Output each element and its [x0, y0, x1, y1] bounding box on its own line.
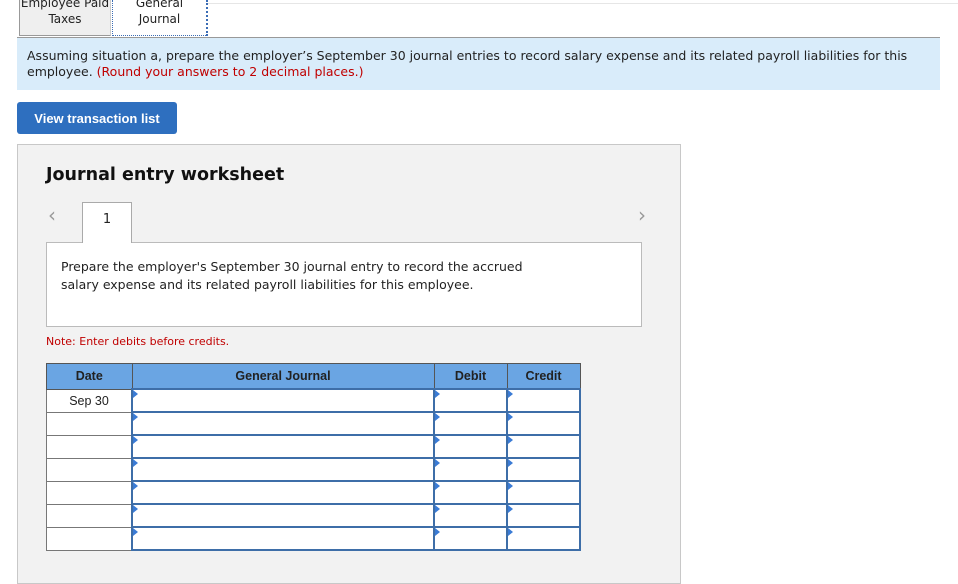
tab-label-line1: General	[135, 0, 184, 10]
chevron-right-icon[interactable]: ›	[638, 203, 646, 227]
dropdown-flag-icon	[435, 413, 440, 421]
tab-strip-line	[185, 3, 958, 4]
dropdown-flag-icon	[435, 528, 440, 536]
dropdown-flag-icon	[508, 482, 513, 490]
page-tab-1[interactable]: 1	[82, 202, 132, 243]
debit-input[interactable]	[433, 480, 508, 505]
tab-label-line2: Taxes	[48, 12, 82, 26]
account-select[interactable]	[131, 411, 435, 436]
account-select[interactable]	[131, 434, 435, 459]
credit-input[interactable]	[506, 434, 581, 459]
account-select[interactable]	[131, 480, 435, 505]
header-date: Date	[46, 363, 133, 390]
tab-strip: Employee Paid Taxes General Journal	[0, 0, 958, 37]
dropdown-flag-icon	[508, 436, 513, 444]
table-header-row: Date General Journal Debit Credit	[46, 363, 581, 390]
date-cell: Sep 30	[46, 388, 133, 413]
question-box: Prepare the employer's September 30 jour…	[46, 242, 642, 327]
dropdown-flag-icon	[133, 459, 138, 467]
table-row	[46, 434, 581, 459]
dropdown-flag-icon	[435, 390, 440, 398]
date-cell	[46, 434, 133, 459]
dropdown-flag-icon	[508, 413, 513, 421]
header-general-journal: General Journal	[131, 363, 435, 390]
account-select[interactable]	[131, 503, 435, 528]
instructions-box: Assuming situation a, prepare the employ…	[17, 37, 940, 90]
dropdown-flag-icon	[133, 505, 138, 513]
credit-input[interactable]	[506, 480, 581, 505]
dropdown-flag-icon	[508, 390, 513, 398]
dropdown-flag-icon	[508, 459, 513, 467]
credit-input[interactable]	[506, 503, 581, 528]
dropdown-flag-icon	[508, 528, 513, 536]
dropdown-flag-icon	[508, 505, 513, 513]
date-cell	[46, 411, 133, 436]
debit-input[interactable]	[433, 411, 508, 436]
date-cell	[46, 503, 133, 528]
table-row	[46, 457, 581, 482]
dropdown-flag-icon	[435, 482, 440, 490]
rounding-note: (Round your answers to 2 decimal places.…	[96, 64, 364, 79]
dropdown-flag-icon	[133, 436, 138, 444]
date-cell	[46, 480, 133, 505]
table-row	[46, 411, 581, 436]
journal-entry-worksheet: Journal entry worksheet ‹ 1 › Prepare th…	[17, 144, 681, 584]
dropdown-flag-icon	[435, 436, 440, 444]
dropdown-flag-icon	[133, 528, 138, 536]
header-credit: Credit	[506, 363, 581, 390]
dropdown-flag-icon	[133, 390, 138, 398]
table-row	[46, 503, 581, 528]
debits-note: Note: Enter debits before credits.	[46, 335, 230, 348]
table-row: Sep 30	[46, 388, 581, 413]
tab-label-line1: Employee Paid	[20, 0, 110, 10]
question-text: Prepare the employer's September 30 jour…	[61, 259, 523, 292]
tab-employee-paid-taxes[interactable]: Employee Paid Taxes	[19, 0, 111, 36]
debit-input[interactable]	[433, 388, 508, 413]
date-cell	[46, 526, 133, 551]
debit-input[interactable]	[433, 457, 508, 482]
journal-table: Date General Journal Debit Credit Sep 30	[46, 363, 581, 551]
dropdown-flag-icon	[435, 459, 440, 467]
header-debit: Debit	[433, 363, 508, 390]
debit-input[interactable]	[433, 434, 508, 459]
credit-input[interactable]	[506, 526, 581, 551]
debit-input[interactable]	[433, 503, 508, 528]
credit-input[interactable]	[506, 411, 581, 436]
dropdown-flag-icon	[133, 482, 138, 490]
view-transaction-list-button[interactable]: View transaction list	[17, 102, 177, 134]
dropdown-flag-icon	[133, 413, 138, 421]
tab-label-line2: Journal	[138, 12, 181, 26]
page-number: 1	[102, 212, 112, 227]
account-select[interactable]	[131, 526, 435, 551]
table-row	[46, 480, 581, 505]
table-row	[46, 526, 581, 551]
debit-input[interactable]	[433, 526, 508, 551]
account-select[interactable]	[131, 388, 435, 413]
account-select[interactable]	[131, 457, 435, 482]
dropdown-flag-icon	[435, 505, 440, 513]
worksheet-title: Journal entry worksheet	[46, 165, 285, 185]
date-cell	[46, 457, 133, 482]
tab-general-journal[interactable]: General Journal	[112, 0, 208, 36]
credit-input[interactable]	[506, 388, 581, 413]
chevron-left-icon[interactable]: ‹	[48, 203, 56, 227]
credit-input[interactable]	[506, 457, 581, 482]
